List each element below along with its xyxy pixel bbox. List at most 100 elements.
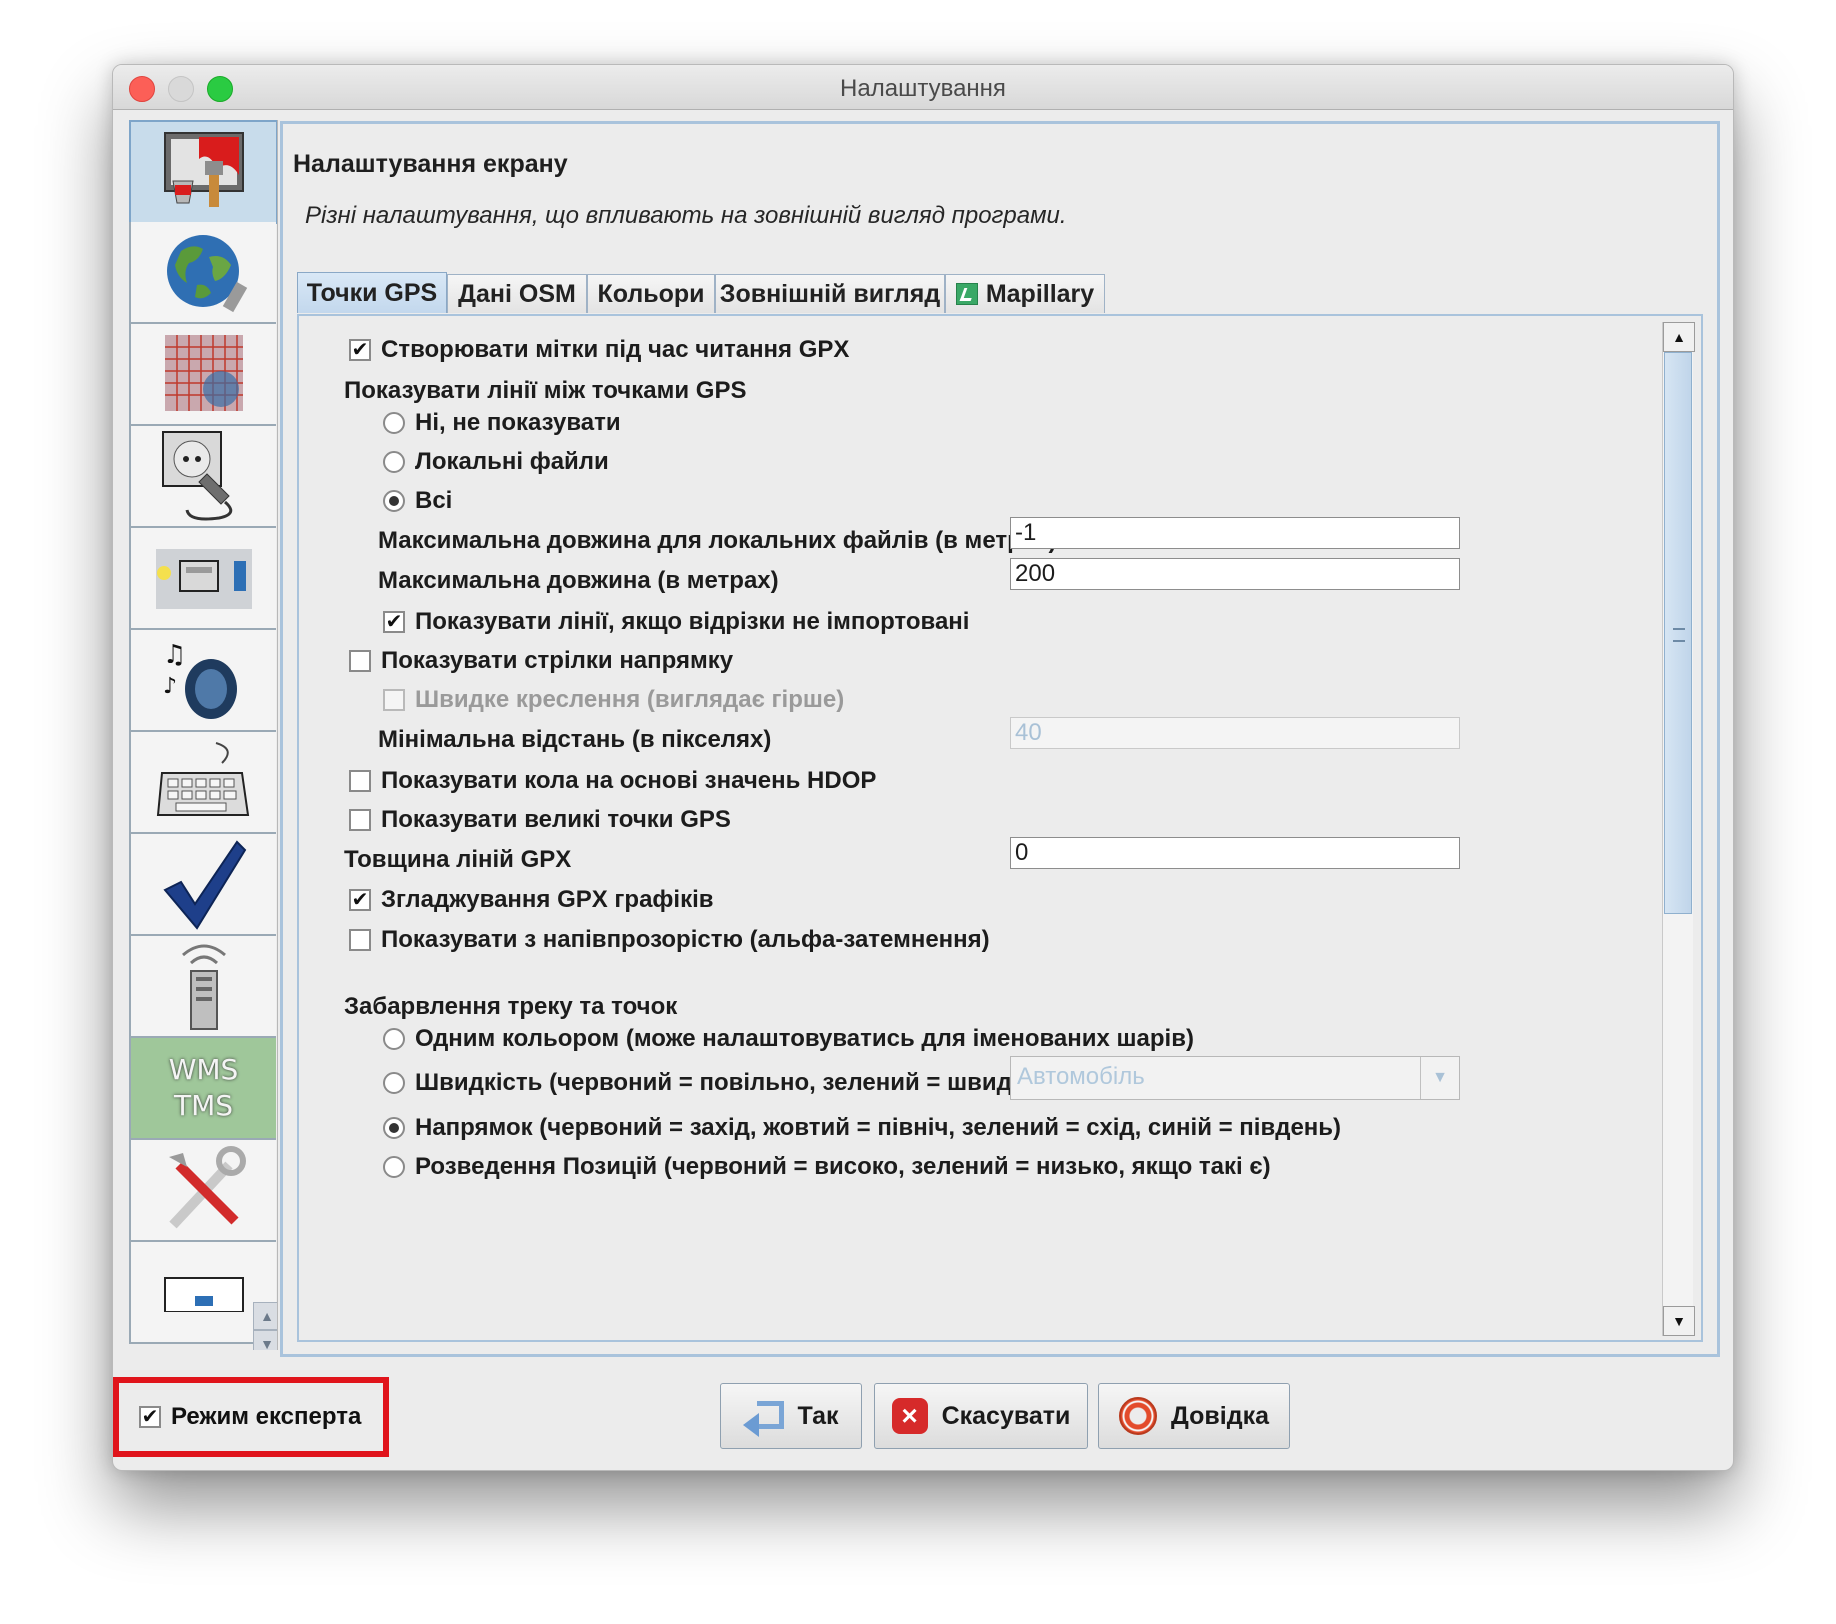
lifebuoy-help-icon <box>1119 1397 1157 1435</box>
tab-label: Mapillary <box>985 279 1095 308</box>
velocity-preset-value: Автомобіль <box>1017 1063 1145 1090</box>
tab-look-and-feel[interactable]: Зовнішній вигляд <box>715 274 945 313</box>
projection-grid-icon <box>164 335 243 411</box>
fast-drawing-checkbox <box>383 689 405 711</box>
sidebar-item-imagery[interactable]: WMS TMS <box>129 1038 276 1140</box>
show-unimported-lines-checkbox[interactable] <box>383 611 405 633</box>
line-width-input[interactable]: 0 <box>1010 837 1460 869</box>
sidebar-item-plugins[interactable] <box>129 426 276 528</box>
color-velocity-radio[interactable] <box>383 1072 405 1094</box>
color-single-radio[interactable] <box>383 1028 405 1050</box>
expert-mode-checkbox[interactable] <box>139 1406 161 1428</box>
show-arrows-option[interactable]: Показувати стрілки напрямку <box>349 647 733 675</box>
ok-button[interactable]: Так <box>720 1383 862 1449</box>
large-points-checkbox[interactable] <box>349 809 371 831</box>
lines-local-label: Локальні файли <box>415 448 609 475</box>
alpha-blend-option[interactable]: Показувати з напівпрозорістю (альфа-зате… <box>349 926 990 954</box>
tab-colors[interactable]: Кольори <box>587 274 715 313</box>
color-single-label: Одним кольором (може налаштовуватись для… <box>415 1025 1194 1052</box>
tab-mapillary[interactable]: Mapillary <box>945 274 1105 313</box>
fast-drawing-label: Швидке креслення (виглядає гірше) <box>415 686 845 713</box>
display-settings-icon <box>163 132 244 207</box>
expert-mode-option[interactable]: Режим експерта <box>113 1377 389 1457</box>
svg-text:♪: ♪ <box>163 674 177 699</box>
sidebar-item-shortcuts[interactable] <box>129 732 276 834</box>
coloring-heading: Забарвлення треку та точок <box>344 993 678 1020</box>
scroll-thumb[interactable] <box>1664 352 1692 914</box>
color-direction-label: Напрямок (червоний = захід, жовтий = пів… <box>415 1114 1342 1141</box>
sidebar-item-display[interactable] <box>129 120 277 224</box>
tab-label: Зовнішній вигляд <box>719 279 941 308</box>
sidebar-item-validator[interactable] <box>129 834 276 936</box>
globe-icon <box>166 235 247 313</box>
scroll-grip-icon <box>1673 628 1685 642</box>
color-direction-radio[interactable] <box>383 1117 405 1139</box>
chevron-down-icon: ▼ <box>1420 1057 1459 1099</box>
tab-osm-data[interactable]: Дані OSM <box>447 274 587 313</box>
alpha-blend-checkbox[interactable] <box>349 929 371 951</box>
max-length-local-label: Максимальна довжина для локальних файлів… <box>378 527 1057 554</box>
color-single-option[interactable]: Одним кольором (може налаштовуватись для… <box>383 1025 1194 1053</box>
expert-mode-label: Режим експерта <box>171 1403 362 1430</box>
lines-none-option[interactable]: Ні, не показувати <box>383 409 621 437</box>
vertical-scrollbar[interactable]: ▲ ▼ <box>1662 322 1695 1336</box>
sidebar-item-audio[interactable]: ♫ ♪ <box>129 630 276 732</box>
window-title: Налаштування <box>840 75 1006 102</box>
remote-control-icon <box>181 944 226 1030</box>
wms-icon-label: WMS <box>168 1053 239 1086</box>
max-length-local-input[interactable]: -1 <box>1010 517 1460 549</box>
large-points-option[interactable]: Показувати великі точки GPS <box>349 806 731 834</box>
create-markers-label: Створювати мітки під час читання GPX <box>381 336 850 363</box>
tab-gps-points[interactable]: Точки GPS <box>297 272 447 313</box>
sidebar-item-projection[interactable] <box>129 324 276 426</box>
show-arrows-checkbox[interactable] <box>349 650 371 672</box>
mapillary-icon <box>955 283 978 305</box>
lines-none-label: Ні, не показувати <box>415 409 621 436</box>
sidebar-item-presets[interactable] <box>129 528 276 630</box>
show-unimported-lines-option[interactable]: Показувати лінії, якщо відрізки не імпор… <box>383 608 969 636</box>
hdop-circles-checkbox[interactable] <box>349 770 371 792</box>
tms-icon-label: TMS <box>173 1089 234 1122</box>
page-title: Налаштування екрану <box>293 150 568 178</box>
color-direction-option[interactable]: Напрямок (червоний = захід, жовтий = пів… <box>383 1114 1341 1142</box>
create-markers-checkbox[interactable] <box>349 339 371 361</box>
cancel-button[interactable]: × Скасувати <box>874 1383 1088 1449</box>
large-points-label: Показувати великі точки GPS <box>381 806 731 833</box>
sidebar-item-advanced[interactable] <box>129 1140 276 1242</box>
lines-local-radio[interactable] <box>383 451 405 473</box>
color-velocity-option[interactable]: Швидкість (червоний = повільно, зелений … <box>383 1069 1046 1097</box>
alpha-blend-label: Показувати з напівпрозорістю (альфа-зате… <box>381 926 990 953</box>
min-distance-input: 40 <box>1010 717 1460 749</box>
color-dilution-option[interactable]: Розведення Позицій (червоний = високо, з… <box>383 1153 1271 1181</box>
tab-label: Дані OSM <box>458 279 576 308</box>
scroll-up-button[interactable]: ▲ <box>1663 322 1695 352</box>
validator-checkmark-icon <box>162 840 246 930</box>
sidebar-item-map[interactable] <box>129 222 276 324</box>
tab-label: Точки GPS <box>306 278 438 307</box>
lines-all-label: Всі <box>415 487 453 514</box>
show-unimported-lines-label: Показувати лінії, якщо відрізки не імпор… <box>415 608 970 635</box>
tab-label: Кольори <box>597 279 705 308</box>
lines-all-option[interactable]: Всі <box>383 487 452 515</box>
lines-local-option[interactable]: Локальні файли <box>383 448 609 476</box>
sidebar-scroll-up-button[interactable]: ▲ <box>253 1302 277 1330</box>
max-length-input[interactable]: 200 <box>1010 558 1460 590</box>
lines-none-radio[interactable] <box>383 412 405 434</box>
sidebar-item-remote-control[interactable] <box>129 936 276 1038</box>
scroll-down-button[interactable]: ▼ <box>1663 1306 1695 1336</box>
help-button[interactable]: Довідка <box>1098 1383 1290 1449</box>
hdop-circles-label: Показувати кола на основі значень HDOP <box>381 767 877 794</box>
antialiasing-checkbox[interactable] <box>349 889 371 911</box>
color-dilution-radio[interactable] <box>383 1156 405 1178</box>
help-button-label: Довідка <box>1171 1401 1269 1430</box>
cancel-button-label: Скасувати <box>941 1401 1071 1430</box>
show-lines-heading: Показувати лінії між точками GPS <box>344 377 747 404</box>
sidebar-scroll-down-button[interactable]: ▼ <box>253 1330 277 1350</box>
audio-speaker-icon: ♫ ♪ <box>163 640 237 719</box>
color-dilution-label: Розведення Позицій (червоний = високо, з… <box>415 1153 1271 1180</box>
lines-all-radio[interactable] <box>383 490 405 512</box>
preferences-dialog: Налаштування ♫ ♪ WMS TMS ▲ ▼ Налаштуванн… <box>112 64 1734 1471</box>
antialiasing-option[interactable]: Згладжування GPX графіків <box>349 886 714 914</box>
create-markers-option[interactable]: Створювати мітки під час читання GPX <box>349 336 849 364</box>
hdop-circles-option[interactable]: Показувати кола на основі значень HDOP <box>349 767 876 795</box>
